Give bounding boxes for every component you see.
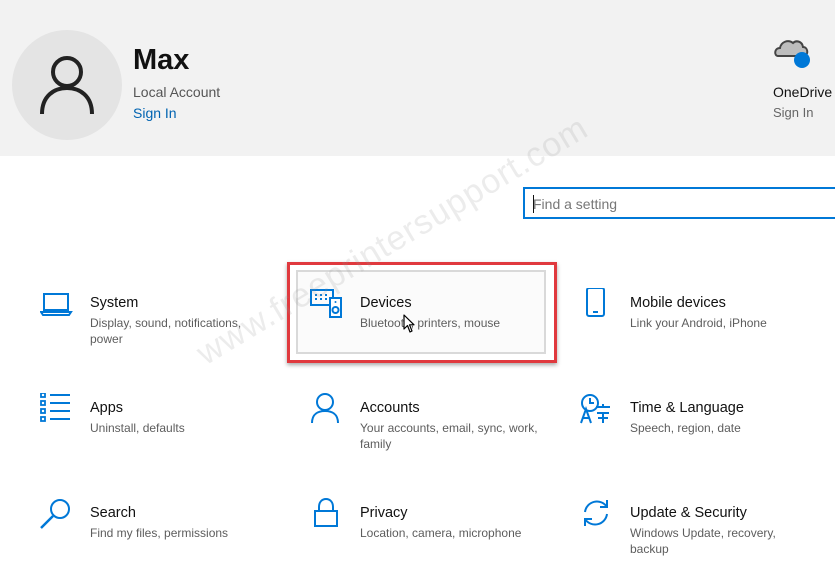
user-name: Max (133, 44, 190, 76)
time-language-icon (580, 394, 610, 424)
tile-title: Search (90, 505, 136, 521)
sync-icon (584, 500, 608, 526)
tile-title: Time & Language (630, 400, 744, 416)
tile-title: Apps (90, 400, 124, 416)
search-icon (40, 499, 70, 529)
tile-description: Uninstall, defaults (90, 421, 185, 435)
tile-time-language[interactable]: Time & Language Speech, region, date (580, 393, 820, 473)
phone-icon (586, 288, 605, 317)
search-input[interactable] (533, 194, 833, 214)
user-avatar-icon (40, 56, 94, 115)
tile-privacy[interactable]: Privacy Location, camera, microphone (310, 498, 550, 578)
onedrive-label[interactable]: OneDrive (773, 84, 832, 100)
tile-update-security[interactable]: Update & Security Windows Update, recove… (580, 498, 820, 578)
tile-description: Link your Android, iPhone (630, 316, 767, 330)
devices-highlight-frame (287, 262, 557, 363)
account-type: Local Account (133, 84, 221, 100)
tile-description: Location, camera, microphone (360, 526, 522, 540)
tile-title: Accounts (360, 400, 420, 416)
tile-description: Find my files, permissions (90, 526, 229, 540)
tile-description: Display, sound, notifications, power (90, 316, 242, 346)
tile-system[interactable]: System Display, sound, notifications, po… (40, 288, 280, 368)
tile-title: Privacy (360, 505, 408, 521)
person-icon (311, 393, 339, 424)
tile-title: Update & Security (630, 505, 747, 521)
tile-title: System (90, 295, 139, 311)
mouse-pointer-icon (403, 314, 415, 333)
tile-apps[interactable]: Apps Uninstall, defaults (40, 393, 280, 473)
sign-in-link[interactable]: Sign In (133, 105, 177, 121)
search-box[interactable] (523, 187, 835, 219)
tile-search[interactable]: Search Find my files, permissions (40, 498, 280, 578)
tile-description: Your accounts, email, sync, work, family (360, 421, 538, 451)
tile-description: Windows Update, recovery, backup (630, 526, 776, 556)
tile-mobile-devices[interactable]: Mobile devices Link your Android, iPhone (580, 288, 820, 368)
onedrive-sign-in[interactable]: Sign In (773, 105, 813, 120)
laptop-icon (40, 293, 73, 316)
tile-description: Speech, region, date (630, 421, 741, 435)
onedrive-cloud-icon[interactable] (772, 34, 812, 74)
apps-list-icon (40, 393, 70, 422)
lock-icon (314, 498, 338, 527)
avatar[interactable] (12, 30, 122, 140)
tile-title: Mobile devices (630, 295, 726, 311)
account-header: Max Local Account Sign In OneDrive Sign … (0, 0, 835, 156)
tile-accounts[interactable]: Accounts Your accounts, email, sync, wor… (310, 393, 550, 473)
